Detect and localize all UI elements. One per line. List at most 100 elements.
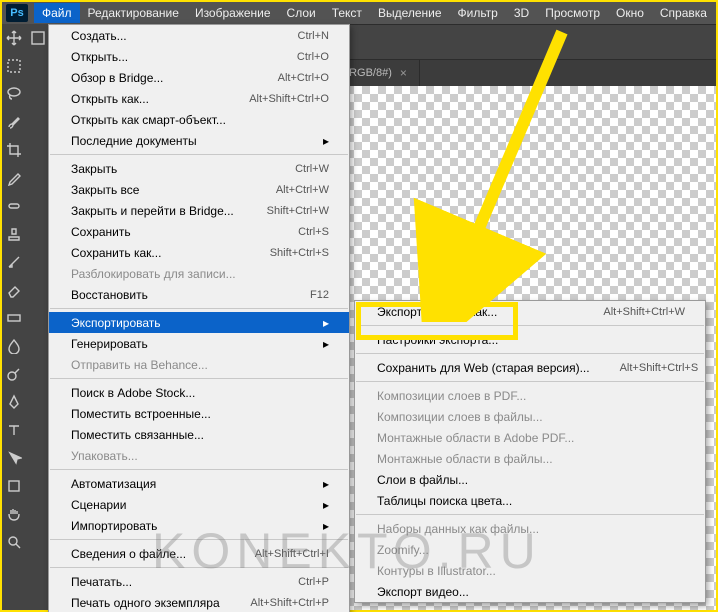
menu-item-label: Разблокировать для записи... xyxy=(71,267,329,281)
menu-item[interactable]: Экспортировать как...Alt+Shift+Ctrl+W xyxy=(355,301,705,322)
menu-item-label: Настройки экспорта... xyxy=(377,333,685,347)
menu-item[interactable]: Слои в файлы... xyxy=(355,469,705,490)
menu-item-label: Экспорт видео... xyxy=(377,585,685,599)
menu-item[interactable]: Генерировать▸ xyxy=(49,333,349,354)
menu-item[interactable]: СохранитьCtrl+S xyxy=(49,221,349,242)
menu-item[interactable]: Закрыть и перейти в Bridge...Shift+Ctrl+… xyxy=(49,200,349,221)
menu-выделение[interactable]: Выделение xyxy=(370,3,450,23)
shape-tool-icon[interactable] xyxy=(4,475,24,497)
artboard-tool-icon[interactable] xyxy=(28,27,48,49)
menu-item: Отправить на Behance... xyxy=(49,354,349,375)
menu-item[interactable]: Автоматизация▸ xyxy=(49,473,349,494)
stamp-tool-icon[interactable] xyxy=(4,223,24,245)
menu-item[interactable]: Поместить связанные... xyxy=(49,424,349,445)
menu-item-label: Монтажные области в файлы... xyxy=(377,452,685,466)
menu-item: Монтажные области в файлы... xyxy=(355,448,705,469)
menu-item-label: Упаковать... xyxy=(71,449,329,463)
menu-item-label: Композиции слоев в PDF... xyxy=(377,389,685,403)
menu-справка[interactable]: Справка xyxy=(652,3,715,23)
eyedropper-tool-icon[interactable] xyxy=(4,167,24,189)
gradient-tool-icon[interactable] xyxy=(4,307,24,329)
healing-tool-icon[interactable] xyxy=(4,195,24,217)
menu-shortcut: Alt+Shift+Ctrl+I xyxy=(255,548,329,560)
menu-item[interactable]: Восстановить F12 xyxy=(49,284,349,305)
menu-item: Контуры в Illustrator... xyxy=(355,560,705,581)
brush-tool-icon[interactable] xyxy=(4,111,24,133)
menu-item[interactable]: Печать одного экземпляраAlt+Shift+Ctrl+P xyxy=(49,592,349,612)
menu-item[interactable]: Обзор в Bridge...Alt+Ctrl+O xyxy=(49,67,349,88)
menu-item[interactable]: Открыть... Ctrl+O xyxy=(49,46,349,67)
menu-item-label: Последние документы xyxy=(71,134,303,148)
menu-item-label: Автоматизация xyxy=(71,477,303,491)
menu-просмотр[interactable]: Просмотр xyxy=(537,3,608,23)
menu-shortcut: Ctrl+P xyxy=(298,576,329,588)
menu-item[interactable]: Сценарии▸ xyxy=(49,494,349,515)
menu-item-label: Композиции слоев в файлы... xyxy=(377,410,685,424)
menu-item-label: Восстановить xyxy=(71,288,280,302)
menu-item[interactable]: Настройки экспорта... xyxy=(355,329,705,350)
menu-текст[interactable]: Текст xyxy=(324,3,370,23)
menu-item[interactable]: Открыть как смарт-объект... xyxy=(49,109,349,130)
menu-item[interactable]: Таблицы поиска цвета... xyxy=(355,490,705,511)
eraser-tool-icon[interactable] xyxy=(4,279,24,301)
history-brush-icon[interactable] xyxy=(4,251,24,273)
menu-item-label: Печатать... xyxy=(71,575,268,589)
menu-слои[interactable]: Слои xyxy=(279,3,324,23)
menu-shortcut: F12 xyxy=(310,289,329,301)
path-select-icon[interactable] xyxy=(4,447,24,469)
submenu-arrow-icon: ▸ xyxy=(323,498,329,512)
menu-редактирование[interactable]: Редактирование xyxy=(80,3,187,23)
move-tool-icon[interactable] xyxy=(4,27,24,49)
menu-изображение[interactable]: Изображение xyxy=(187,3,279,23)
menu-item-label: Открыть... xyxy=(71,50,267,64)
menu-item-label: Импортировать xyxy=(71,519,303,533)
menu-item-label: Закрыть xyxy=(71,162,265,176)
menu-фильтр[interactable]: Фильтр xyxy=(450,3,506,23)
close-icon[interactable]: × xyxy=(400,66,407,80)
blur-tool-icon[interactable] xyxy=(4,335,24,357)
menu-item-label: Обзор в Bridge... xyxy=(71,71,248,85)
zoom-tool-icon[interactable] xyxy=(4,531,24,553)
menu-item[interactable]: Закрыть Ctrl+W xyxy=(49,158,349,179)
menu-item: Наборы данных как файлы... xyxy=(355,518,705,539)
menu-item[interactable]: Сохранить как...Shift+Ctrl+S xyxy=(49,242,349,263)
menu-item[interactable]: Открыть как...Alt+Shift+Ctrl+O xyxy=(49,88,349,109)
menu-item-label: Создать... xyxy=(71,29,268,43)
menu-item[interactable]: Сохранить для Web (старая версия)...Alt+… xyxy=(355,357,705,378)
menu-item[interactable]: Экспорт видео... xyxy=(355,581,705,602)
menu-item-label: Печать одного экземпляра xyxy=(71,596,220,610)
pen-tool-icon[interactable] xyxy=(4,391,24,413)
type-tool-icon[interactable] xyxy=(4,419,24,441)
menu-окно[interactable]: Окно xyxy=(608,3,652,23)
crop-tool-icon[interactable] xyxy=(4,139,24,161)
menu-shortcut: Alt+Shift+Ctrl+S xyxy=(620,362,699,374)
menu-bar: Ps ФайлРедактированиеИзображениеСлоиТекс… xyxy=(2,2,716,24)
menu-item[interactable]: Закрыть всеAlt+Ctrl+W xyxy=(49,179,349,200)
menu-shortcut: Ctrl+O xyxy=(297,51,329,63)
menu-item-label: Монтажные области в Adobe PDF... xyxy=(377,431,685,445)
hand-tool-icon[interactable] xyxy=(4,503,24,525)
submenu-arrow-icon: ▸ xyxy=(323,337,329,351)
lasso-tool-icon[interactable] xyxy=(4,83,24,105)
menu-item[interactable]: Поместить встроенные... xyxy=(49,403,349,424)
menu-item-label: Поместить связанные... xyxy=(71,428,329,442)
menu-item-label: Слои в файлы... xyxy=(377,473,685,487)
marquee-tool-icon[interactable] xyxy=(4,55,24,77)
menu-item[interactable]: Сведения о файле... Alt+Shift+Ctrl+I xyxy=(49,543,349,564)
menu-item-label: Закрыть и перейти в Bridge... xyxy=(71,204,237,218)
menu-shortcut: Ctrl+W xyxy=(295,163,329,175)
menu-item[interactable]: Поиск в Adobe Stock... xyxy=(49,382,349,403)
menu-item[interactable]: Печатать... Ctrl+P xyxy=(49,571,349,592)
menu-item[interactable]: Последние документы▸ xyxy=(49,130,349,151)
menu-item-label: Экспортировать xyxy=(71,316,303,330)
menu-item-label: Сведения о файле... xyxy=(71,547,225,561)
menu-3d[interactable]: 3D xyxy=(506,3,537,23)
menu-item-label: Zoomify... xyxy=(377,543,685,557)
menu-файл[interactable]: Файл xyxy=(34,3,80,23)
menu-item-label: Открыть как смарт-объект... xyxy=(71,113,329,127)
menu-item[interactable]: Экспортировать▸ xyxy=(49,312,349,333)
menu-shortcut: Alt+Ctrl+W xyxy=(276,184,329,196)
dodge-tool-icon[interactable] xyxy=(4,363,24,385)
menu-item[interactable]: Импортировать▸ xyxy=(49,515,349,536)
menu-item[interactable]: Создать...Ctrl+N xyxy=(49,25,349,46)
